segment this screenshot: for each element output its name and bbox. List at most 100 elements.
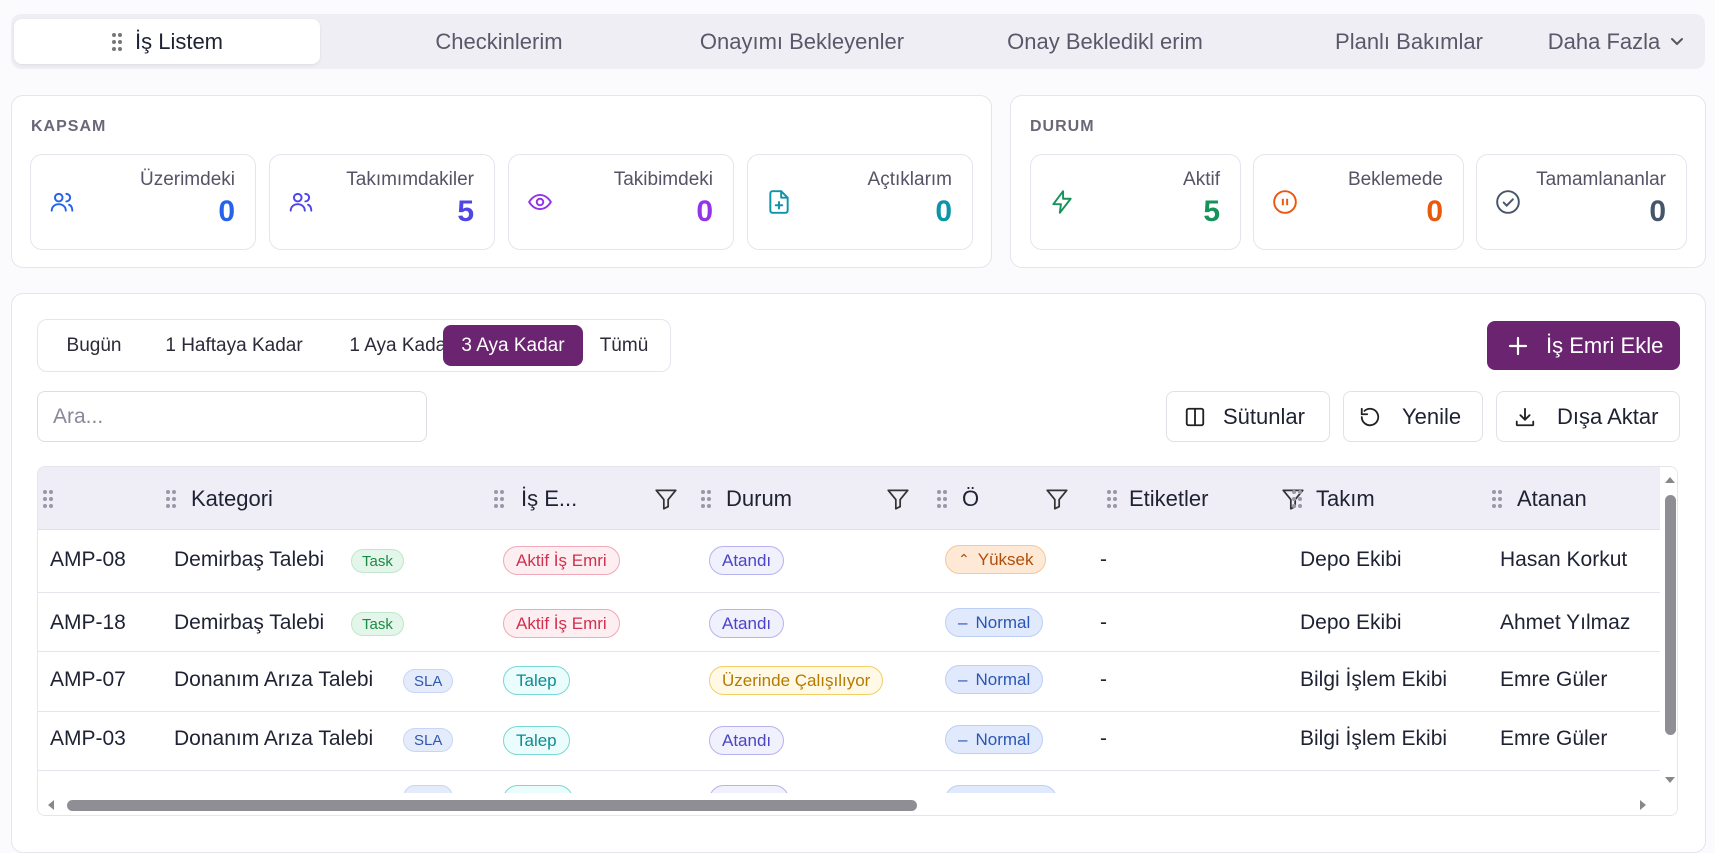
category-tag: SLA — [403, 669, 454, 693]
column-header-durum[interactable]: Durum — [700, 467, 930, 530]
priority-badge: ⌃ Yüksek — [945, 545, 1047, 574]
tab-label: Onay Bekledikl erim — [1007, 28, 1203, 54]
search-input[interactable] — [37, 391, 427, 442]
row-team: Bilgi İşlem Ekibi — [1300, 727, 1448, 750]
stat-uzerimdeki[interactable]: Üzerimdeki 0 — [30, 154, 256, 250]
drag-handle-icon[interactable] — [1491, 489, 1503, 509]
stat-value: 0 — [1426, 195, 1443, 228]
scroll-down-icon[interactable] — [1664, 775, 1676, 785]
add-work-order-button[interactable]: İş Emri Ekle — [1487, 321, 1680, 370]
stat-value: 0 — [935, 195, 952, 228]
stat-value: 0 — [1649, 195, 1666, 228]
type-badge: Aktif İş Emri — [503, 609, 620, 638]
table-row[interactable] — [38, 771, 1660, 793]
drag-handle-icon[interactable] — [936, 489, 948, 509]
horizontal-scroll-thumb[interactable] — [67, 800, 917, 811]
columns-button[interactable]: Sütunlar — [1166, 391, 1330, 442]
column-header-etiketler[interactable]: Etiketler — [1106, 467, 1304, 530]
column-header-oncelik[interactable]: Ö — [936, 467, 1086, 530]
stat-label: Üzerimdeki — [139, 169, 235, 190]
row-category: Donanım Arıza Talebi — [174, 727, 374, 750]
drag-handle-icon[interactable] — [1291, 489, 1303, 509]
stat-label: Beklemede — [1347, 169, 1443, 190]
button-label: Sütunlar — [1223, 403, 1305, 429]
row-category: Donanım Arıza Talebi — [174, 668, 374, 691]
row-team: Bilgi İşlem Ekibi — [1300, 668, 1448, 691]
row-category: Demirbaş Talebi — [174, 548, 325, 571]
range-bugun[interactable]: Bugün — [44, 325, 144, 366]
filter-icon[interactable] — [1044, 486, 1070, 512]
stat-aktif[interactable]: Aktif 5 — [1030, 154, 1241, 250]
stat-actiklarim[interactable]: Açtıklarım 0 — [747, 154, 973, 250]
row-assignee: Hasan Korkut — [1500, 548, 1628, 571]
stat-value: 0 — [696, 195, 713, 228]
team-icon — [288, 189, 314, 215]
check-circle-icon — [1495, 189, 1521, 215]
bolt-icon — [1049, 189, 1075, 215]
range-1-hafta[interactable]: 1 Haftaya Kadar — [146, 325, 322, 366]
tab-more[interactable]: Daha Fazla — [1541, 19, 1691, 64]
stat-label: Aktif — [1183, 169, 1220, 190]
priority-badge — [945, 785, 1057, 793]
pause-icon — [1272, 189, 1298, 215]
row-assignee: Emre Güler — [1500, 727, 1608, 750]
priority-badge: – Normal — [945, 665, 1044, 694]
drag-handle-icon[interactable] — [493, 489, 505, 509]
status-badge: Üzerinde Çalışılıyor — [709, 666, 884, 695]
priority-label: Yüksek — [977, 549, 1034, 569]
row-labels: - — [1100, 611, 1107, 634]
export-button[interactable]: Dışa Aktar — [1496, 391, 1680, 442]
range-3-ay[interactable]: 3 Aya Kadar — [443, 325, 583, 366]
refresh-button[interactable]: Yenile — [1343, 391, 1483, 442]
vertical-scroll-thumb[interactable] — [1665, 495, 1676, 735]
status-badge: Atandı — [709, 609, 785, 638]
table-row[interactable]: AMP-18 Demirbaş Talebi Task Aktif İş Emr… — [38, 593, 1660, 652]
drag-handle-icon[interactable] — [42, 489, 54, 509]
table-row[interactable]: AMP-08 Demirbaş Talebi Task Aktif İş Emr… — [38, 530, 1660, 593]
priority-label: Normal — [975, 612, 1031, 632]
button-label: İş Emri Ekle — [1546, 332, 1664, 358]
panel-title: DURUM — [1030, 118, 1095, 135]
stat-takimimdakiler[interactable]: Takımımdakiler 5 — [269, 154, 495, 250]
tab-onayimi-bekleyenler[interactable]: Onayımı Bekleyenler — [644, 19, 960, 64]
filter-icon[interactable] — [653, 486, 679, 512]
horizontal-scrollbar[interactable] — [38, 793, 1660, 815]
tab-planli-bakimlar[interactable]: Planlı Bakımlar — [1251, 19, 1567, 64]
row-labels: - — [1100, 548, 1107, 571]
work-orders-table: Kategori İş E... Durum Ö Etiketler Takım — [37, 466, 1678, 816]
row-id: AMP-03 — [50, 727, 126, 750]
scroll-left-icon[interactable] — [46, 799, 56, 811]
scroll-up-icon[interactable] — [1664, 475, 1676, 485]
vertical-scrollbar[interactable] — [1660, 467, 1677, 815]
table-row[interactable]: AMP-07 Donanım Arıza Talebi SLA Talep Üz… — [38, 652, 1660, 712]
stat-tamamlananlar[interactable]: Tamamlananlar 0 — [1476, 154, 1687, 250]
drag-handle-icon[interactable] — [165, 489, 177, 509]
drag-handle-icon[interactable] — [1106, 489, 1118, 509]
tab-is-listem[interactable]: İş Listem — [14, 19, 320, 64]
range-tumu[interactable]: Tümü — [584, 325, 664, 366]
type-badge: Talep — [503, 726, 570, 755]
row-id: AMP-07 — [50, 668, 126, 691]
column-label: Ö — [962, 485, 980, 511]
column-label: Durum — [726, 485, 793, 511]
users-icon — [49, 189, 75, 215]
drag-handle-icon[interactable] — [700, 489, 712, 509]
stat-beklemede[interactable]: Beklemede 0 — [1253, 154, 1464, 250]
column-header-atanan[interactable]: Atanan — [1491, 467, 1661, 530]
filter-icon[interactable] — [885, 486, 911, 512]
category-tag: Task — [351, 549, 404, 573]
column-header-takim[interactable]: Takım — [1291, 467, 1471, 530]
row-team: Depo Ekibi — [1300, 611, 1402, 634]
type-badge: Aktif İş Emri — [503, 546, 620, 575]
type-badge: Talep — [503, 666, 570, 695]
column-header-kategori[interactable]: Kategori — [165, 467, 495, 530]
minus-icon: – — [958, 669, 968, 689]
tab-checkinlerim[interactable]: Checkinlerim — [341, 19, 657, 64]
scroll-right-icon[interactable] — [1638, 799, 1648, 811]
tab-onay-bekledigim[interactable]: Onay Bekledikl erim — [947, 19, 1263, 64]
tab-label: Checkinlerim — [435, 28, 563, 54]
drag-handle-icon — [111, 32, 123, 52]
stat-takibimdeki[interactable]: Takibimdeki 0 — [508, 154, 734, 250]
table-row[interactable]: AMP-03 Donanım Arıza Talebi SLA Talep At… — [38, 712, 1660, 771]
column-header-is-emri[interactable]: İş E... — [493, 467, 683, 530]
